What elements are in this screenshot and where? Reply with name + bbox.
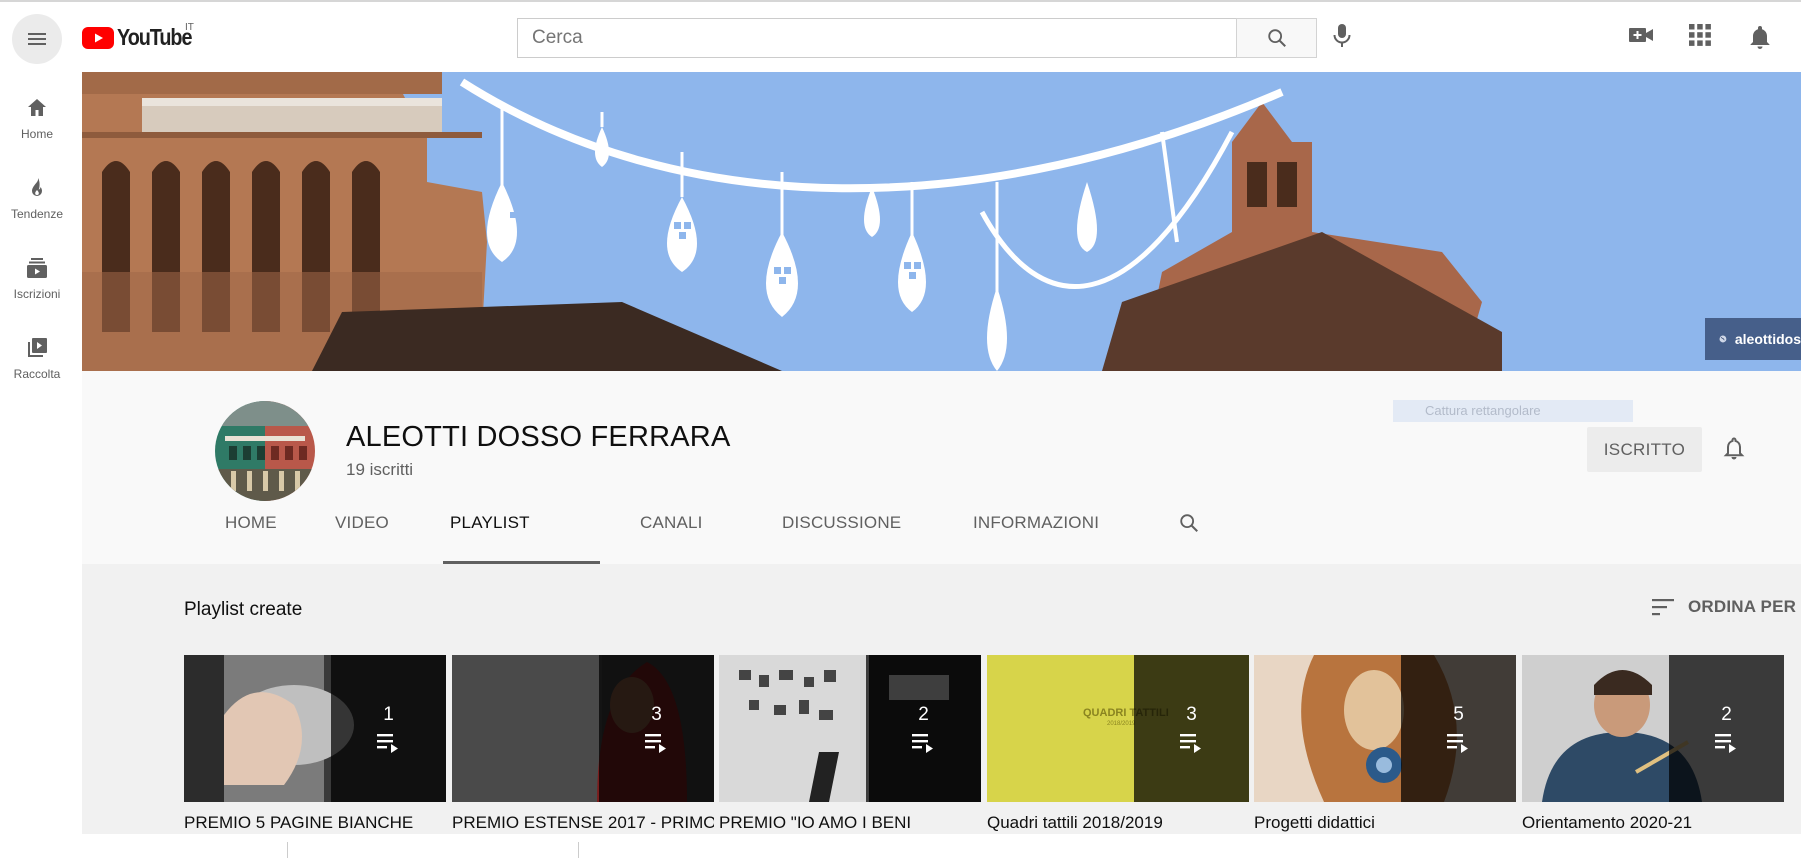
playlist-thumbnail[interactable]: 1 bbox=[184, 655, 446, 802]
search-icon bbox=[1180, 513, 1198, 532]
playlist-card[interactable]: 2 PREMIO "IO AMO I BENI bbox=[719, 655, 981, 833]
banner-link-text: aleottidos bbox=[1734, 331, 1801, 347]
sidebar-item-home[interactable]: Home bbox=[0, 96, 74, 141]
channel-notifications-button[interactable] bbox=[1722, 435, 1746, 466]
search-button[interactable] bbox=[1236, 18, 1317, 58]
home-icon bbox=[28, 99, 46, 116]
playlist-card[interactable]: QUADRI TATTILI 2018/2019 3 Quadri tattil… bbox=[987, 655, 1249, 833]
playlist-icon bbox=[644, 733, 666, 753]
sidebar-item-label: Raccolta bbox=[13, 367, 61, 381]
playlist-card[interactable]: 3 PREMIO ESTENSE 2017 - PRIMO bbox=[452, 655, 714, 833]
sort-icon bbox=[1652, 599, 1674, 616]
globe-icon bbox=[1719, 335, 1727, 343]
screen-capture-overlay: Cattura rettangolare bbox=[1393, 400, 1633, 422]
sidebar-item-trending[interactable]: Tendenze bbox=[0, 176, 74, 221]
channel-search-button[interactable] bbox=[1178, 481, 1200, 564]
playlist-title[interactable]: Orientamento 2020-21 bbox=[1522, 813, 1784, 833]
youtube-wordmark: YouTube bbox=[117, 24, 192, 50]
thumbnail-subcaption: 2018/2019 bbox=[1107, 721, 1136, 727]
tab-home[interactable]: HOME bbox=[225, 481, 277, 564]
banner-website-link[interactable]: aleottidos bbox=[1705, 318, 1801, 360]
video-count: 3 bbox=[1186, 703, 1197, 725]
sidebar-item-label: Tendenze bbox=[10, 207, 64, 221]
playlist-icon bbox=[911, 733, 933, 753]
fire-icon bbox=[32, 178, 42, 196]
sort-by-label: ORDINA PER bbox=[1688, 597, 1797, 616]
playlist-icon bbox=[376, 733, 398, 753]
tab-informazioni[interactable]: INFORMAZIONI bbox=[973, 481, 1099, 564]
apps-grid-icon bbox=[1689, 24, 1711, 46]
channel-tabs: HOME VIDEO PLAYLIST CANALI DISCUSSIONE I… bbox=[225, 481, 1425, 564]
search-bar bbox=[517, 18, 1317, 58]
banner-illustration bbox=[82, 72, 1801, 371]
video-count: 3 bbox=[651, 703, 662, 725]
divider bbox=[578, 842, 579, 858]
microphone-icon bbox=[1333, 24, 1351, 47]
playlist-thumbnail[interactable]: QUADRI TATTILI 2018/2019 3 bbox=[987, 655, 1249, 802]
guide-menu-button[interactable] bbox=[12, 14, 62, 64]
playlist-card[interactable]: 5 Progetti didattici bbox=[1254, 655, 1516, 833]
search-icon bbox=[1267, 29, 1286, 47]
search-input[interactable] bbox=[517, 18, 1236, 58]
bell-outline-icon bbox=[1723, 437, 1745, 460]
hamburger-icon bbox=[28, 33, 46, 45]
tab-discussione[interactable]: DISCUSSIONE bbox=[782, 481, 901, 564]
tab-canali[interactable]: CANALI bbox=[640, 481, 703, 564]
subscriber-count: 19 iscritti bbox=[346, 460, 414, 479]
video-count: 5 bbox=[1453, 703, 1464, 725]
country-code: IT bbox=[185, 22, 194, 33]
subscribed-button[interactable]: ISCRITTO bbox=[1587, 427, 1702, 472]
bell-icon bbox=[1750, 26, 1770, 49]
bottom-area bbox=[0, 834, 1801, 858]
youtube-play-icon bbox=[82, 26, 114, 49]
youtube-logo[interactable]: YouTube IT bbox=[82, 22, 204, 51]
tab-playlist[interactable]: PLAYLIST bbox=[450, 481, 530, 564]
playlist-icon bbox=[1179, 733, 1201, 753]
mini-guide: Home Tendenze Iscrizioni Raccolta bbox=[0, 72, 74, 858]
video-camera-plus-icon bbox=[1629, 28, 1653, 42]
playlists-section: Playlist create ORDINA PER 1 PREMIO 5 PA… bbox=[82, 564, 1801, 834]
video-count: 2 bbox=[918, 703, 929, 725]
playlist-thumbnail[interactable]: 3 bbox=[452, 655, 714, 802]
sidebar-item-label: Iscrizioni bbox=[13, 287, 61, 301]
channel-title: ALEOTTI DOSSO FERRARA bbox=[346, 421, 731, 453]
playlist-count-overlay: 3 bbox=[1134, 655, 1249, 802]
sidebar-item-label: Home bbox=[20, 127, 53, 141]
notifications-button[interactable] bbox=[1748, 24, 1772, 55]
tab-video[interactable]: VIDEO bbox=[335, 481, 389, 564]
playlist-count-overlay: 3 bbox=[599, 655, 714, 802]
voice-search-button[interactable] bbox=[1330, 22, 1354, 55]
video-count: 2 bbox=[1721, 703, 1732, 725]
playlist-title[interactable]: Quadri tattili 2018/2019 bbox=[987, 813, 1249, 833]
sort-by-button[interactable]: ORDINA PER bbox=[1652, 597, 1796, 617]
divider bbox=[287, 842, 288, 858]
playlist-thumbnail[interactable]: 2 bbox=[1522, 655, 1784, 802]
playlist-count-overlay: 5 bbox=[1401, 655, 1516, 802]
section-title: Playlist create bbox=[184, 599, 303, 620]
playlist-thumbnail[interactable]: 5 bbox=[1254, 655, 1516, 802]
playlist-title[interactable]: PREMIO ESTENSE 2017 - PRIMO bbox=[452, 813, 714, 833]
playlist-count-overlay: 2 bbox=[1669, 655, 1784, 802]
sidebar-item-subscriptions[interactable]: Iscrizioni bbox=[0, 256, 74, 301]
playlist-count-overlay: 1 bbox=[331, 655, 446, 802]
playlist-title[interactable]: Progetti didattici bbox=[1254, 813, 1516, 833]
library-icon bbox=[28, 338, 47, 357]
sidebar-item-library[interactable]: Raccolta bbox=[0, 336, 74, 381]
playlist-title[interactable]: PREMIO 5 PAGINE BIANCHE bbox=[184, 813, 446, 833]
channel-banner: aleottidos bbox=[82, 72, 1801, 371]
playlist-icon bbox=[1446, 733, 1468, 753]
apps-button[interactable] bbox=[1689, 24, 1711, 51]
playlist-icon bbox=[1714, 733, 1736, 753]
playlist-title[interactable]: PREMIO "IO AMO I BENI bbox=[719, 813, 981, 833]
masthead: YouTube IT bbox=[0, 2, 1801, 72]
playlist-card[interactable]: 2 Orientamento 2020-21 bbox=[1522, 655, 1784, 833]
playlist-count-overlay: 2 bbox=[866, 655, 981, 802]
subscriptions-icon bbox=[27, 258, 47, 278]
playlist-card[interactable]: 1 PREMIO 5 PAGINE BIANCHE bbox=[184, 655, 446, 833]
playlist-thumbnail[interactable]: 2 bbox=[719, 655, 981, 802]
channel-header: ALEOTTI DOSSO FERRARA 19 iscritti Cattur… bbox=[82, 371, 1801, 564]
create-video-button[interactable] bbox=[1628, 24, 1654, 51]
video-count: 1 bbox=[383, 703, 394, 725]
